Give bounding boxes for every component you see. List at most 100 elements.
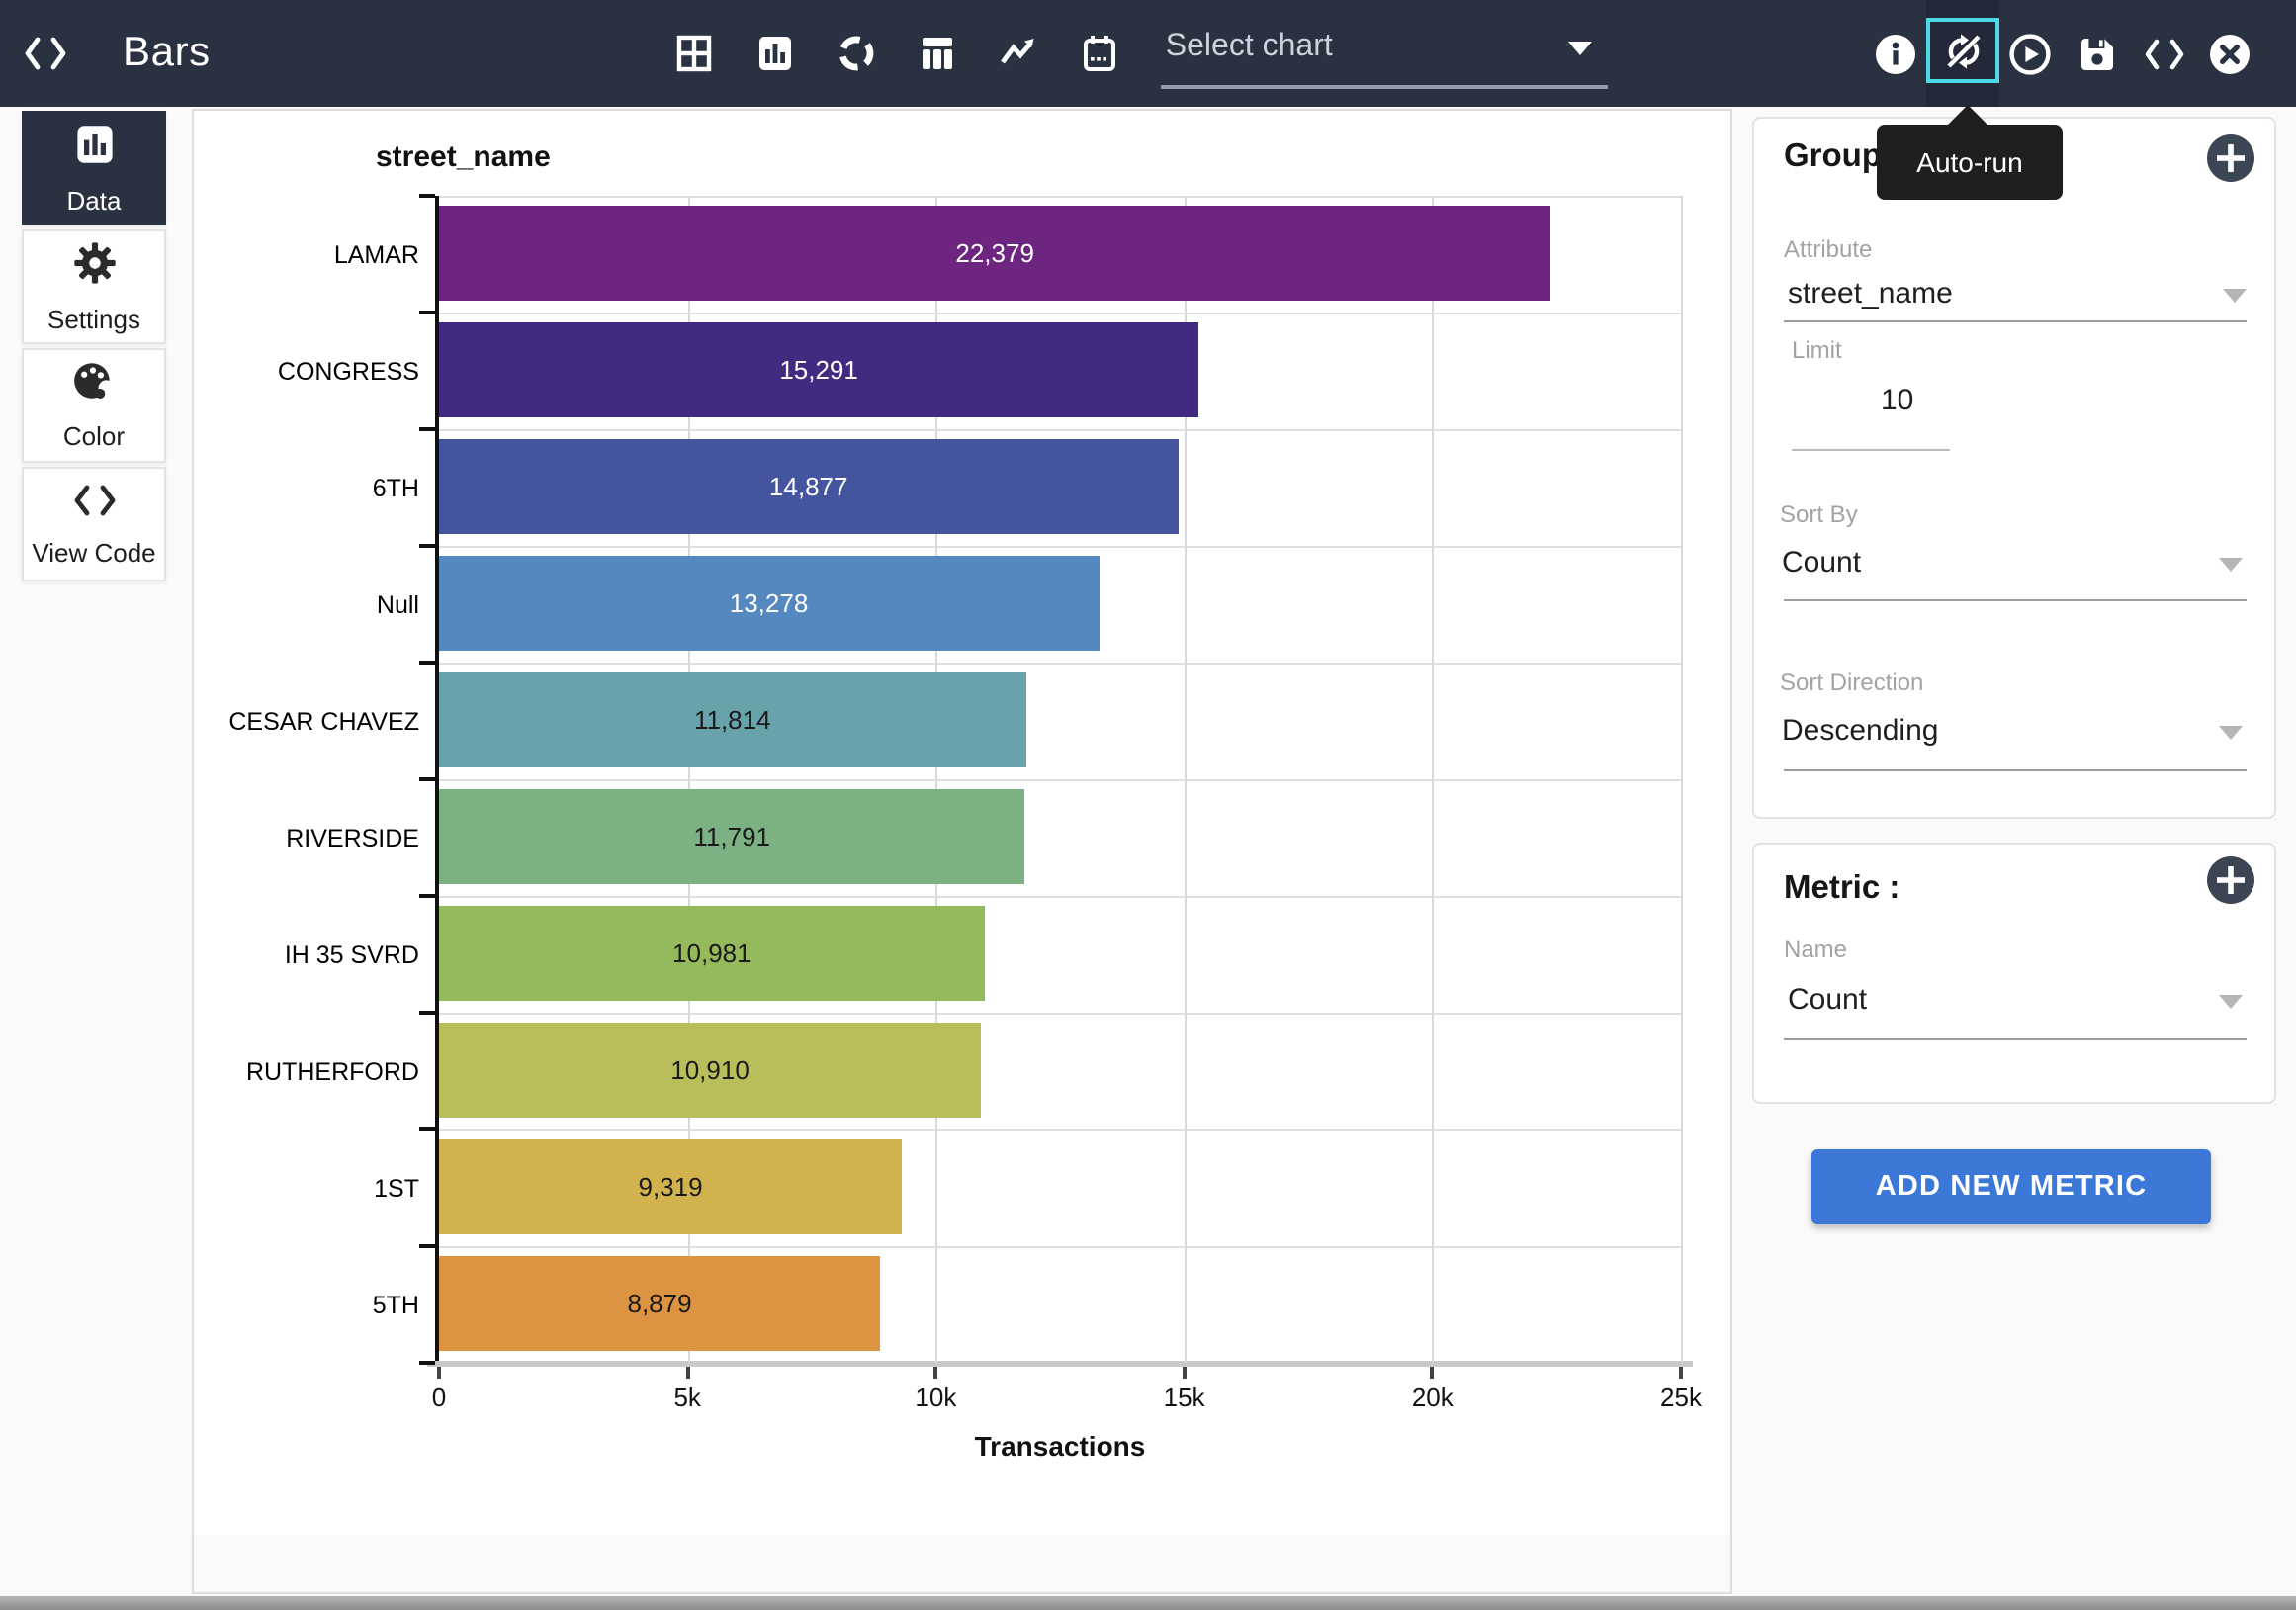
- bar-row: CONGRESS15,291: [439, 313, 1681, 429]
- category-label: IH 35 SVRD: [285, 940, 419, 968]
- data-chart-icon: [72, 122, 116, 175]
- x-axis-tick: [437, 1367, 441, 1379]
- bar-value-label: 14,877: [769, 472, 848, 501]
- y-axis-tick: [419, 427, 435, 431]
- x-tick-label: 20k: [1412, 1383, 1454, 1412]
- sort-by-underline: [1784, 599, 2247, 601]
- bar-value-label: 13,278: [730, 588, 809, 618]
- app-code-icon[interactable]: [20, 28, 71, 79]
- code-brackets-icon: [70, 482, 118, 527]
- category-label: 6TH: [373, 474, 419, 501]
- limit-label: Limit: [1792, 336, 1842, 364]
- chevron-down-icon[interactable]: [2219, 995, 2243, 1009]
- add-metric-plus-button[interactable]: [2205, 854, 2256, 906]
- bar[interactable]: 22,379: [439, 206, 1550, 301]
- limit-input[interactable]: 10: [1881, 384, 1913, 417]
- chart-type-columns-icon[interactable]: [913, 28, 964, 79]
- chart-type-bar-icon[interactable]: [751, 28, 802, 79]
- sidebar-item-data[interactable]: Data: [22, 111, 166, 225]
- x-axis-tick: [685, 1367, 689, 1379]
- bar-row: LAMAR22,379: [439, 196, 1681, 313]
- y-axis-tick: [419, 777, 435, 781]
- bar[interactable]: 8,879: [439, 1256, 880, 1351]
- window-bottom-strip: [0, 1596, 2296, 1610]
- y-axis-tick: [419, 661, 435, 665]
- chart-title: street_name: [376, 140, 551, 174]
- bar[interactable]: 11,814: [439, 672, 1026, 767]
- attribute-select[interactable]: street_name: [1788, 277, 1953, 311]
- x-tick-label: 5k: [673, 1383, 700, 1412]
- x-tick-label: 0: [432, 1383, 446, 1412]
- sort-direction-underline: [1784, 769, 2247, 771]
- sidebar-item-color[interactable]: Color: [22, 348, 166, 463]
- bar[interactable]: 9,319: [439, 1139, 902, 1234]
- y-axis-tick: [419, 544, 435, 548]
- add-group-plus-button[interactable]: [2205, 133, 2256, 184]
- bar[interactable]: 10,910: [439, 1023, 981, 1118]
- x-axis-title: Transactions: [975, 1430, 1146, 1462]
- bar-value-label: 11,791: [693, 822, 770, 851]
- info-button[interactable]: [1875, 34, 1916, 85]
- select-chart-value: Select chart: [1166, 30, 1333, 65]
- v-gridline: [1681, 196, 1683, 1363]
- bar[interactable]: 15,291: [439, 322, 1198, 417]
- metric-name-underline: [1784, 1038, 2247, 1040]
- bar-value-label: 15,291: [779, 355, 858, 385]
- select-chart-dropdown[interactable]: Select chart: [1162, 18, 1609, 89]
- auto-run-toggle-button[interactable]: [1926, 18, 1999, 83]
- category-label: 5TH: [373, 1291, 419, 1318]
- chart-type-line-icon[interactable]: [994, 28, 1045, 79]
- chevron-down-icon[interactable]: [2223, 289, 2247, 303]
- metric-panel-title: Metric :: [1784, 870, 1899, 908]
- app-title: Bars: [123, 30, 211, 77]
- y-axis-tick: [419, 1361, 435, 1365]
- x-tick-label: 25k: [1660, 1383, 1702, 1412]
- bar-value-label: 10,981: [672, 939, 751, 968]
- bar-row: IH 35 SVRD10,981: [439, 896, 1681, 1013]
- add-new-metric-button[interactable]: ADD NEW METRIC: [1811, 1149, 2211, 1224]
- auto-run-tooltip: Auto-run: [1877, 125, 2063, 200]
- bar-value-label: 8,879: [627, 1289, 691, 1318]
- x-tick-label: 15k: [1164, 1383, 1205, 1412]
- y-axis-tick: [419, 194, 435, 198]
- chevron-down-icon[interactable]: [2219, 558, 2243, 572]
- y-axis-tick: [419, 1011, 435, 1015]
- x-tick-label: 10k: [915, 1383, 956, 1412]
- category-label: 1ST: [374, 1174, 419, 1202]
- sidebar-item-label: Color: [63, 421, 125, 451]
- bar-row: Null13,278: [439, 546, 1681, 663]
- sidebar-item-view-code[interactable]: View Code: [22, 467, 166, 581]
- chevron-down-icon[interactable]: [2219, 726, 2243, 740]
- bar[interactable]: 11,791: [439, 789, 1024, 884]
- bar[interactable]: 13,278: [439, 556, 1099, 651]
- tooltip-arrow: [1946, 105, 1989, 127]
- chart-type-donut-icon[interactable]: [832, 28, 883, 79]
- run-query-button[interactable]: [2009, 34, 2051, 85]
- y-axis-tick: [419, 311, 435, 314]
- bar[interactable]: 10,981: [439, 906, 985, 1001]
- sidebar-item-label: View Code: [32, 537, 155, 567]
- sort-by-select[interactable]: Count: [1782, 546, 1861, 580]
- metric-name-select[interactable]: Count: [1788, 983, 1867, 1017]
- x-axis-tick: [1183, 1367, 1187, 1379]
- bar-row: 6TH14,877: [439, 429, 1681, 546]
- close-button[interactable]: [2209, 34, 2251, 85]
- sidebar-item-label: Settings: [47, 304, 140, 333]
- bar-row: 1ST9,319: [439, 1129, 1681, 1246]
- sort-direction-select[interactable]: Descending: [1782, 714, 1938, 748]
- gear-icon: [72, 240, 116, 294]
- category-label: RIVERSIDE: [286, 824, 419, 851]
- save-button[interactable]: [2076, 34, 2118, 85]
- chart-type-calendar-icon[interactable]: [1075, 28, 1126, 79]
- chart-type-table-icon[interactable]: [669, 28, 721, 79]
- sort-direction-label: Sort Direction: [1780, 669, 1923, 696]
- attribute-label: Attribute: [1784, 235, 1872, 263]
- view-code-topbar-button[interactable]: [2142, 36, 2187, 83]
- category-label: Null: [377, 590, 419, 618]
- bar[interactable]: 14,877: [439, 439, 1178, 534]
- x-axis-tick: [1679, 1367, 1683, 1379]
- bar-row: RIVERSIDE11,791: [439, 779, 1681, 896]
- bar-row: RUTHERFORD10,910: [439, 1013, 1681, 1129]
- group-panel: Group: 1 Attribute street_name Limit 10 …: [1752, 117, 2276, 819]
- sidebar-item-settings[interactable]: Settings: [22, 229, 166, 344]
